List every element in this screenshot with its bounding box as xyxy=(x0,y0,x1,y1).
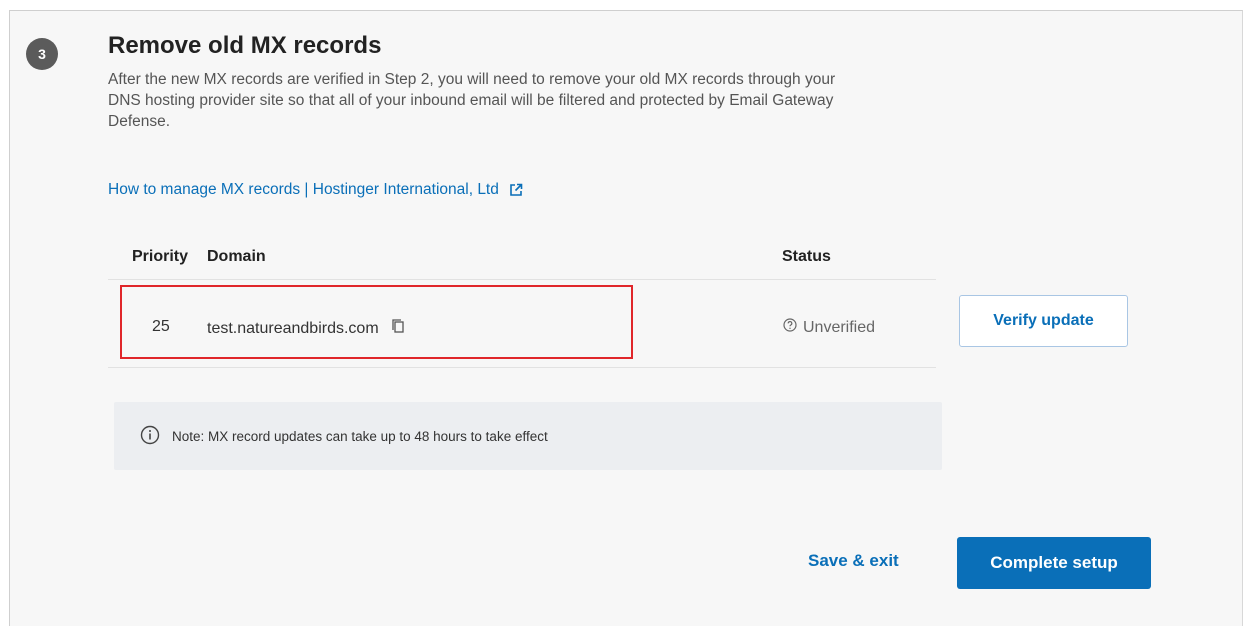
header-priority: Priority xyxy=(132,248,189,265)
status-text: Unverified xyxy=(803,318,876,336)
info-icon xyxy=(140,425,160,448)
domain-text: test.natureandbirds.com xyxy=(207,319,379,337)
note-banner: Note: MX record updates can take up to 4… xyxy=(114,402,942,470)
header-status: Status xyxy=(782,248,831,265)
complete-setup-button[interactable]: Complete setup xyxy=(957,537,1151,589)
question-circle-icon xyxy=(783,318,797,337)
external-link-icon xyxy=(509,183,523,197)
copy-icon[interactable] xyxy=(391,318,405,339)
table-row: 25 test.natureandbirds.com Unverified xyxy=(108,280,936,368)
step-title: Remove old MX records xyxy=(108,32,382,59)
header-domain: Domain xyxy=(207,248,266,265)
manage-mx-records-link[interactable]: How to manage MX records | Hostinger Int… xyxy=(108,181,523,199)
verify-update-button[interactable]: Verify update xyxy=(959,295,1128,347)
note-text: Note: MX record updates can take up to 4… xyxy=(172,428,548,444)
table-header-row: Priority Domain Status xyxy=(108,238,936,280)
step-number-badge: 3 xyxy=(26,38,58,70)
save-exit-button[interactable]: Save & exit xyxy=(808,551,899,571)
help-link-label: How to manage MX records | Hostinger Int… xyxy=(108,181,499,198)
step-description: After the new MX records are verified in… xyxy=(108,71,836,130)
row-status: Unverified xyxy=(783,318,875,337)
row-priority: 25 xyxy=(152,318,170,335)
mx-records-table: Priority Domain Status 25 test.natureand… xyxy=(108,238,936,368)
row-domain: test.natureandbirds.com xyxy=(207,318,405,339)
